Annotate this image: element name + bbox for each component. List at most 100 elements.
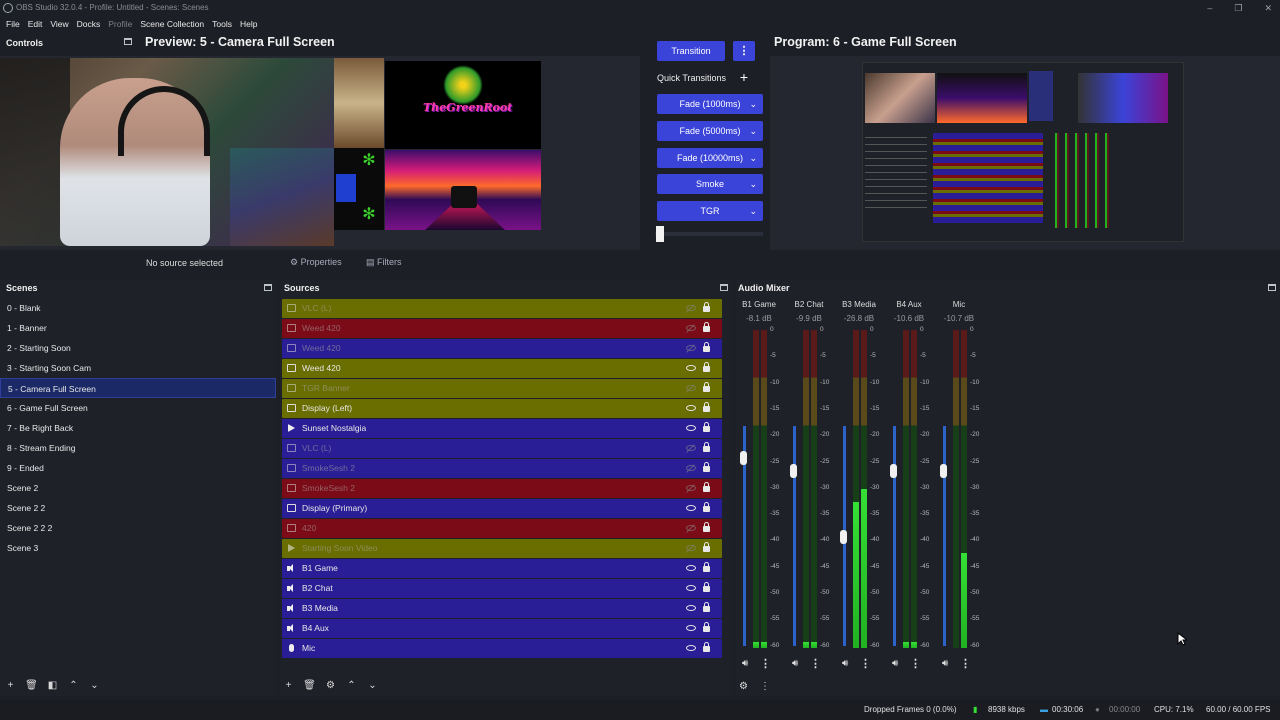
source-row[interactable]: Weed 420 (282, 319, 722, 338)
volume-fader-track[interactable] (893, 426, 896, 646)
dock-float-icon[interactable] (264, 284, 272, 291)
advanced-audio-icon[interactable]: ⚙ (739, 681, 748, 692)
properties-button[interactable]: ⚙ Properties (290, 257, 342, 268)
lock-icon[interactable] (703, 442, 710, 452)
volume-fader-track[interactable] (943, 426, 946, 646)
lock-icon[interactable] (703, 342, 710, 352)
add-quick-transition-button[interactable]: + (736, 69, 752, 85)
chevron-down-icon[interactable]: ⌄ (749, 94, 757, 114)
scene-item[interactable]: 1 - Banner (0, 318, 276, 338)
maximize-icon[interactable]: ❐ (1234, 0, 1242, 16)
dock-float-icon[interactable] (720, 284, 728, 291)
transition-fade-5000[interactable]: Fade (5000ms) ⌄ (657, 121, 763, 141)
source-row[interactable]: Starting Soon Video (282, 539, 722, 558)
volume-fader-handle[interactable] (890, 463, 897, 478)
menu-help[interactable]: Help (236, 16, 261, 32)
channel-menu-icon[interactable]: ⋮ (960, 657, 971, 670)
transition-button[interactable]: Transition (657, 41, 725, 61)
move-up-icon[interactable]: ⌃ (341, 680, 362, 691)
remove-source-icon[interactable]: 🗑 (299, 680, 320, 691)
mixer-menu-icon[interactable]: ⋮ (760, 681, 770, 692)
chevron-down-icon[interactable]: ⌄ (749, 201, 757, 221)
menu-edit[interactable]: Edit (24, 16, 47, 32)
volume-fader-track[interactable] (793, 426, 796, 646)
scene-item[interactable]: Scene 2 2 (0, 498, 276, 518)
close-icon[interactable]: ✕ (1264, 0, 1272, 16)
scene-item[interactable]: 7 - Be Right Back (0, 418, 276, 438)
menu-docks[interactable]: Docks (73, 16, 105, 32)
chevron-down-icon[interactable]: ⌄ (749, 174, 757, 194)
eye-icon[interactable] (686, 505, 696, 511)
scene-item[interactable]: 8 - Stream Ending (0, 438, 276, 458)
lock-icon[interactable] (703, 462, 710, 472)
scene-item[interactable]: Scene 2 2 2 (0, 518, 276, 538)
lock-icon[interactable] (703, 642, 710, 652)
source-row[interactable]: Display (Left) (282, 399, 722, 418)
eye-hidden-icon[interactable] (686, 305, 696, 311)
transition-menu-button[interactable]: ⋮ (733, 41, 755, 61)
volume-fader-handle[interactable] (740, 450, 747, 465)
source-row[interactable]: B2 Chat (282, 579, 722, 598)
move-down-icon[interactable]: ⌄ (362, 680, 383, 691)
lock-icon[interactable] (703, 382, 710, 392)
lock-icon[interactable] (703, 582, 710, 592)
eye-icon[interactable] (686, 365, 696, 371)
scene-item[interactable]: Scene 3 (0, 538, 276, 558)
eye-icon[interactable] (686, 645, 696, 651)
transition-tgr[interactable]: TGR ⌄ (657, 201, 763, 221)
lock-icon[interactable] (703, 622, 710, 632)
transition-fade-1000[interactable]: Fade (1000ms) ⌄ (657, 94, 763, 114)
mute-speaker-icon[interactable]: 🔊︎ (942, 658, 948, 669)
eye-icon[interactable] (686, 425, 696, 431)
source-settings-icon[interactable]: ⚙ (320, 680, 341, 691)
scene-item[interactable]: 2 - Starting Soon (0, 338, 276, 358)
volume-fader-handle[interactable] (940, 463, 947, 478)
scene-item[interactable]: 5 - Camera Full Screen (0, 378, 276, 398)
lock-icon[interactable] (703, 322, 710, 332)
source-row[interactable]: VLC (L) (282, 299, 722, 318)
menu-tools[interactable]: Tools (208, 16, 236, 32)
filters-button[interactable]: ▤ Filters (366, 257, 402, 268)
eye-icon[interactable] (686, 585, 696, 591)
eye-hidden-icon[interactable] (686, 445, 696, 451)
source-row[interactable]: Display (Primary) (282, 499, 722, 518)
source-row[interactable]: B4 Aux (282, 619, 722, 638)
source-row[interactable]: SmokeSesh 2 (282, 479, 722, 498)
source-row[interactable]: 420 (282, 519, 722, 538)
channel-menu-icon[interactable]: ⋮ (860, 657, 871, 670)
scene-item[interactable]: 0 - Blank (0, 298, 276, 318)
t-bar-handle[interactable] (656, 226, 664, 242)
eye-hidden-icon[interactable] (686, 325, 696, 331)
menu-view[interactable]: View (46, 16, 72, 32)
eye-icon[interactable] (686, 625, 696, 631)
eye-hidden-icon[interactable] (686, 485, 696, 491)
mute-speaker-icon[interactable]: 🔊︎ (892, 658, 898, 669)
source-row[interactable]: Mic (282, 639, 722, 658)
eye-hidden-icon[interactable] (686, 525, 696, 531)
mute-speaker-icon[interactable]: 🔊︎ (842, 658, 848, 669)
source-row[interactable]: Weed 420 (282, 339, 722, 358)
channel-menu-icon[interactable]: ⋮ (910, 657, 921, 670)
lock-icon[interactable] (703, 402, 710, 412)
source-row[interactable]: VLC (L) (282, 439, 722, 458)
lock-icon[interactable] (703, 422, 710, 432)
t-bar-track[interactable] (655, 232, 763, 236)
remove-scene-icon[interactable]: 🗑 (21, 680, 42, 691)
lock-icon[interactable] (703, 522, 710, 532)
mute-speaker-icon[interactable]: 🔊︎ (792, 658, 798, 669)
dock-float-icon[interactable] (124, 38, 132, 45)
scene-item[interactable]: Scene 2 (0, 478, 276, 498)
scene-item[interactable]: 3 - Starting Soon Cam (0, 358, 276, 378)
eye-icon[interactable] (686, 605, 696, 611)
source-row[interactable]: SmokeSesh 2 (282, 459, 722, 478)
channel-menu-icon[interactable]: ⋮ (810, 657, 821, 670)
transition-fade-10000[interactable]: Fade (10000ms) ⌄ (657, 148, 763, 168)
source-row[interactable]: B1 Game (282, 559, 722, 578)
scene-item[interactable]: 9 - Ended (0, 458, 276, 478)
eye-icon[interactable] (686, 405, 696, 411)
chevron-down-icon[interactable]: ⌄ (749, 121, 757, 141)
eye-hidden-icon[interactable] (686, 345, 696, 351)
eye-hidden-icon[interactable] (686, 465, 696, 471)
menu-file[interactable]: File (2, 16, 24, 32)
volume-fader-handle[interactable] (790, 463, 797, 478)
